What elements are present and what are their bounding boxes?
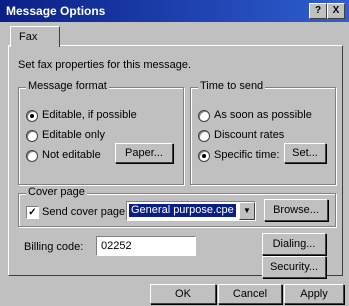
radio-selected-dot xyxy=(202,154,206,158)
tab-fax-label: Fax xyxy=(19,31,38,43)
radio-not-editable[interactable] xyxy=(26,150,38,162)
send-cover-page-label: Send cover page: xyxy=(42,206,129,218)
security-button[interactable]: Security... xyxy=(262,256,326,278)
billing-code-input[interactable]: 02252 xyxy=(96,236,196,256)
help-button[interactable]: ? xyxy=(309,3,327,19)
dialing-button[interactable]: Dialing... xyxy=(262,233,326,255)
dropdown-arrow-icon[interactable]: ▼ xyxy=(239,202,255,220)
radio-specific-time-label: Specific time: xyxy=(214,149,280,161)
title-bar: Message Options ? X xyxy=(0,0,349,22)
send-cover-page-checkbox[interactable]: ✓ xyxy=(26,206,39,219)
paper-button[interactable]: Paper... xyxy=(115,143,173,163)
intro-text: Set fax properties for this message. xyxy=(18,59,192,71)
radio-as-soon-as-possible[interactable] xyxy=(198,110,210,122)
billing-code-label: Billing code: xyxy=(24,241,84,253)
cover-page-selected-value: General purpose.cpe xyxy=(129,204,236,217)
radio-not-editable-label: Not editable xyxy=(42,149,101,161)
cancel-button[interactable]: Cancel xyxy=(218,284,282,304)
radio-as-soon-as-possible-label: As soon as possible xyxy=(214,109,312,121)
close-button[interactable]: X xyxy=(327,3,345,19)
radio-editable-only-label: Editable only xyxy=(42,129,105,141)
ok-button[interactable]: OK xyxy=(150,284,216,304)
billing-code-value: 02252 xyxy=(101,240,132,252)
time-to-send-title: Time to send xyxy=(198,80,266,92)
radio-editable-if-possible[interactable] xyxy=(26,110,38,122)
browse-button[interactable]: Browse... xyxy=(264,199,328,221)
message-format-title: Message format xyxy=(26,80,109,92)
radio-selected-dot xyxy=(30,114,34,118)
radio-discount-rates[interactable] xyxy=(198,130,210,142)
cover-page-title: Cover page xyxy=(26,186,87,198)
radio-discount-rates-label: Discount rates xyxy=(214,129,285,141)
radio-editable-only[interactable] xyxy=(26,130,38,142)
radio-specific-time[interactable] xyxy=(198,150,210,162)
window-title: Message Options xyxy=(6,4,106,18)
tab-fax[interactable]: Fax xyxy=(10,26,60,47)
cover-page-select[interactable]: General purpose.cpe ▼ xyxy=(126,201,256,221)
set-time-button[interactable]: Set... xyxy=(284,143,326,163)
apply-button[interactable]: Apply xyxy=(284,284,344,304)
radio-editable-if-possible-label: Editable, if possible xyxy=(42,109,137,121)
